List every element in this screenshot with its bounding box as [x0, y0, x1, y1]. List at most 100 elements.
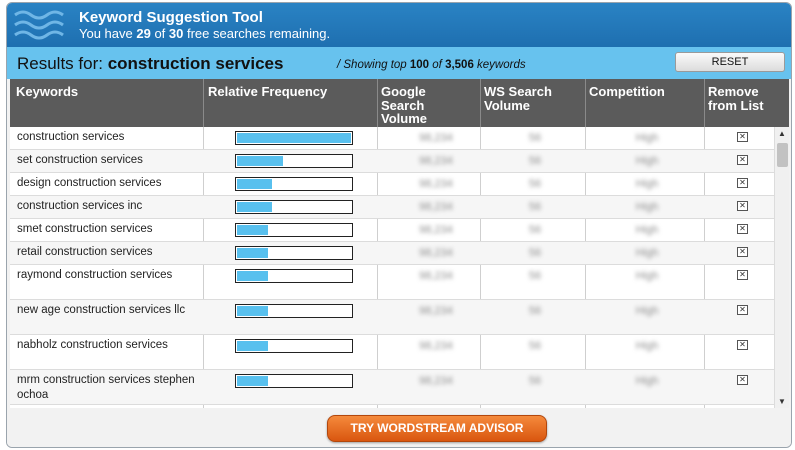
- google-volume-cell: 98,234: [419, 132, 453, 144]
- remove-keyword-icon[interactable]: ✕: [737, 178, 748, 188]
- keyword-cell: smet construction services: [17, 223, 153, 235]
- frequency-bar-fill: [237, 156, 283, 166]
- ws-volume-cell: 56: [528, 201, 542, 213]
- keyword-cell: design construction services: [17, 177, 162, 189]
- frequency-bar: [235, 223, 353, 237]
- ws-volume-cell: 56: [528, 270, 542, 282]
- keyword-cell: nabholz construction services: [17, 339, 168, 351]
- remove-keyword-icon[interactable]: ✕: [737, 340, 748, 350]
- google-volume-cell: 98,234: [419, 155, 453, 167]
- frequency-bar: [235, 246, 353, 260]
- competition-cell: High: [635, 375, 659, 387]
- keyword-table-body: construction services 98,234 56 High ✕ set co…: [10, 127, 774, 408]
- scroll-down-icon[interactable]: ▼: [778, 397, 786, 406]
- ws-volume-cell: 56: [528, 305, 542, 317]
- ws-volume-cell: 56: [528, 224, 542, 236]
- results-bar: Results for: construction services / Sho…: [7, 47, 791, 79]
- competition-cell: High: [635, 155, 659, 167]
- ws-volume-cell: 56: [528, 375, 542, 387]
- keyword-tool-widget: Keyword Suggestion Tool You have 29 of 3…: [6, 2, 792, 448]
- frequency-bar: [235, 154, 353, 168]
- google-volume-cell: 98,234: [419, 201, 453, 213]
- competition-cell: High: [635, 178, 659, 190]
- table-row: new age construction services llc 98,234 5…: [10, 300, 774, 335]
- remove-keyword-icon[interactable]: ✕: [737, 132, 748, 142]
- frequency-bar-fill: [237, 225, 268, 235]
- competition-cell: High: [635, 224, 659, 236]
- try-wordstream-advisor-button[interactable]: TRY WORDSTREAM ADVISOR: [327, 415, 547, 442]
- table-row: smet construction services 98,234 56 High ✕: [10, 219, 774, 242]
- google-volume-cell: 98,234: [419, 247, 453, 259]
- results-label: Results for: construction services: [17, 54, 284, 73]
- remove-keyword-icon[interactable]: ✕: [737, 155, 748, 165]
- ws-volume-cell: 56: [528, 247, 542, 259]
- frequency-bar: [235, 374, 353, 388]
- keyword-cell: raymond construction services: [17, 269, 173, 281]
- ws-volume-cell: 56: [528, 155, 542, 167]
- frequency-bar-fill: [237, 341, 268, 351]
- competition-cell: High: [635, 132, 659, 144]
- google-volume-cell: 98,234: [419, 178, 453, 190]
- frequency-bar: [235, 339, 353, 353]
- column-header-competition[interactable]: Competition: [589, 85, 699, 99]
- column-header-google-volume[interactable]: Google Search Volume: [381, 85, 461, 126]
- keyword-cell: mrm construction services stephen ochoa: [17, 374, 195, 401]
- frequency-bar-fill: [237, 376, 268, 386]
- ws-volume-cell: 56: [528, 340, 542, 352]
- keyword-cell: retail construction services: [17, 246, 153, 258]
- google-volume-cell: 98,234: [419, 224, 453, 236]
- scroll-up-icon[interactable]: ▲: [778, 129, 786, 138]
- keyword-cell: construction services inc: [17, 200, 143, 212]
- table-scrollbar[interactable]: ▲ ▼: [774, 127, 789, 408]
- reset-button[interactable]: RESET: [675, 52, 785, 72]
- column-header-frequency[interactable]: Relative Frequency: [208, 85, 328, 99]
- tool-header: Keyword Suggestion Tool You have 29 of 3…: [7, 3, 791, 47]
- table-row: nabholz construction services 98,234 56 Hig…: [10, 335, 774, 370]
- ws-volume-cell: 56: [528, 178, 542, 190]
- results-count: / Showing top 100 of 3,506 keywords: [337, 59, 526, 71]
- table-row: raymond construction services 98,234 56 Hig…: [10, 265, 774, 300]
- scroll-thumb[interactable]: [777, 143, 788, 167]
- keyword-cell: set construction services: [17, 154, 143, 166]
- ws-volume-cell: 56: [528, 132, 542, 144]
- frequency-bar-fill: [237, 133, 351, 143]
- table-header: Keywords Relative Frequency Google Searc…: [10, 79, 789, 127]
- google-volume-cell: 98,234: [419, 375, 453, 387]
- table-row: construction services 98,234 56 High ✕: [10, 127, 774, 150]
- table-row: mrm construction services stephen ochoa 9…: [10, 370, 774, 405]
- google-volume-cell: 98,234: [419, 270, 453, 282]
- competition-cell: High: [635, 270, 659, 282]
- column-header-remove: Remove from List: [708, 84, 764, 113]
- competition-cell: High: [635, 201, 659, 213]
- query-text: construction services: [107, 54, 284, 73]
- remove-keyword-icon[interactable]: ✕: [737, 375, 748, 385]
- frequency-bar-fill: [237, 306, 268, 316]
- table-row: retail construction services 98,234 56 High…: [10, 242, 774, 265]
- searches-remaining: You have 29 of 30 free searches remainin…: [79, 26, 331, 41]
- frequency-bar-fill: [237, 248, 268, 258]
- competition-cell: High: [635, 340, 659, 352]
- remove-keyword-icon[interactable]: ✕: [737, 224, 748, 234]
- frequency-bar-fill: [237, 202, 272, 212]
- table-row: set construction services 98,234 56 High ✕: [10, 150, 774, 173]
- table-row: construction services inc 98,234 56 High ✕: [10, 196, 774, 219]
- remove-keyword-icon[interactable]: ✕: [737, 305, 748, 315]
- google-volume-cell: 98,234: [419, 305, 453, 317]
- keyword-cell: new age construction services llc: [17, 304, 186, 316]
- frequency-bar: [235, 269, 353, 283]
- competition-cell: High: [635, 305, 659, 317]
- remove-keyword-icon[interactable]: ✕: [737, 270, 748, 280]
- frequency-bar: [235, 304, 353, 318]
- wave-logo-icon: [14, 10, 64, 40]
- column-header-keywords[interactable]: Keywords: [16, 85, 196, 99]
- frequency-bar: [235, 177, 353, 191]
- remove-keyword-icon[interactable]: ✕: [737, 201, 748, 211]
- tool-title: Keyword Suggestion Tool: [79, 9, 263, 26]
- remove-keyword-icon[interactable]: ✕: [737, 247, 748, 257]
- table-row: design construction services 98,234 56 High…: [10, 173, 774, 196]
- google-volume-cell: 98,234: [419, 340, 453, 352]
- frequency-bar: [235, 131, 353, 145]
- frequency-bar: [235, 200, 353, 214]
- column-header-ws-volume[interactable]: WS Search Volume: [484, 85, 579, 112]
- frequency-bar-fill: [237, 179, 272, 189]
